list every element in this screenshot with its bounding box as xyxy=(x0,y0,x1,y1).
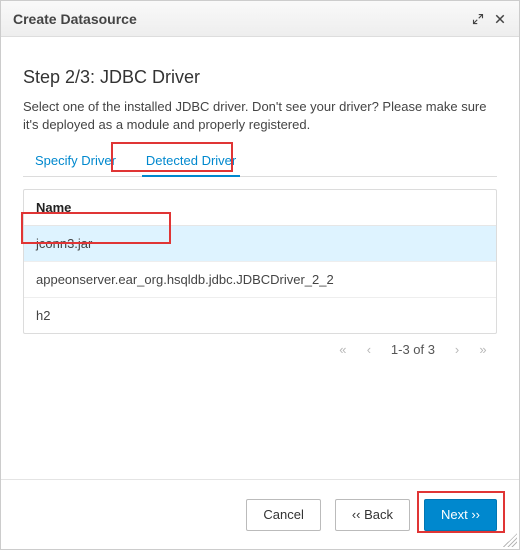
step-instructions: Select one of the installed JDBC driver.… xyxy=(23,98,497,133)
pager-last-icon[interactable]: » xyxy=(475,342,491,357)
tabs: Specify Driver Detected Driver xyxy=(23,147,497,177)
pager-prev-icon[interactable]: ‹ xyxy=(361,342,377,357)
window-title: Create Datasource xyxy=(9,11,467,27)
pager-range: 1-3 of 3 xyxy=(391,342,435,357)
close-icon[interactable] xyxy=(489,8,511,30)
driver-table: Name jconn3.jar appeonserver.ear_org.hsq… xyxy=(23,189,497,334)
cancel-button[interactable]: Cancel xyxy=(246,499,320,531)
pager-next-icon[interactable]: › xyxy=(449,342,465,357)
title-bar: Create Datasource xyxy=(1,1,519,37)
tab-detected-driver[interactable]: Detected Driver xyxy=(134,147,248,176)
table-row[interactable]: h2 xyxy=(24,298,496,333)
pager: « ‹ 1-3 of 3 › » xyxy=(23,334,497,357)
table-row[interactable]: jconn3.jar xyxy=(24,226,496,262)
tab-specify-driver[interactable]: Specify Driver xyxy=(23,147,128,176)
step-heading: Step 2/3: JDBC Driver xyxy=(23,67,497,88)
next-button[interactable]: Next ›› xyxy=(424,499,497,531)
wizard-footer: Cancel ‹‹ Back Next ›› xyxy=(1,479,519,549)
column-header-name: Name xyxy=(24,190,496,226)
table-row[interactable]: appeonserver.ear_org.hsqldb.jdbc.JDBCDri… xyxy=(24,262,496,298)
pager-first-icon[interactable]: « xyxy=(335,342,351,357)
maximize-icon[interactable] xyxy=(467,8,489,30)
back-button[interactable]: ‹‹ Back xyxy=(335,499,410,531)
